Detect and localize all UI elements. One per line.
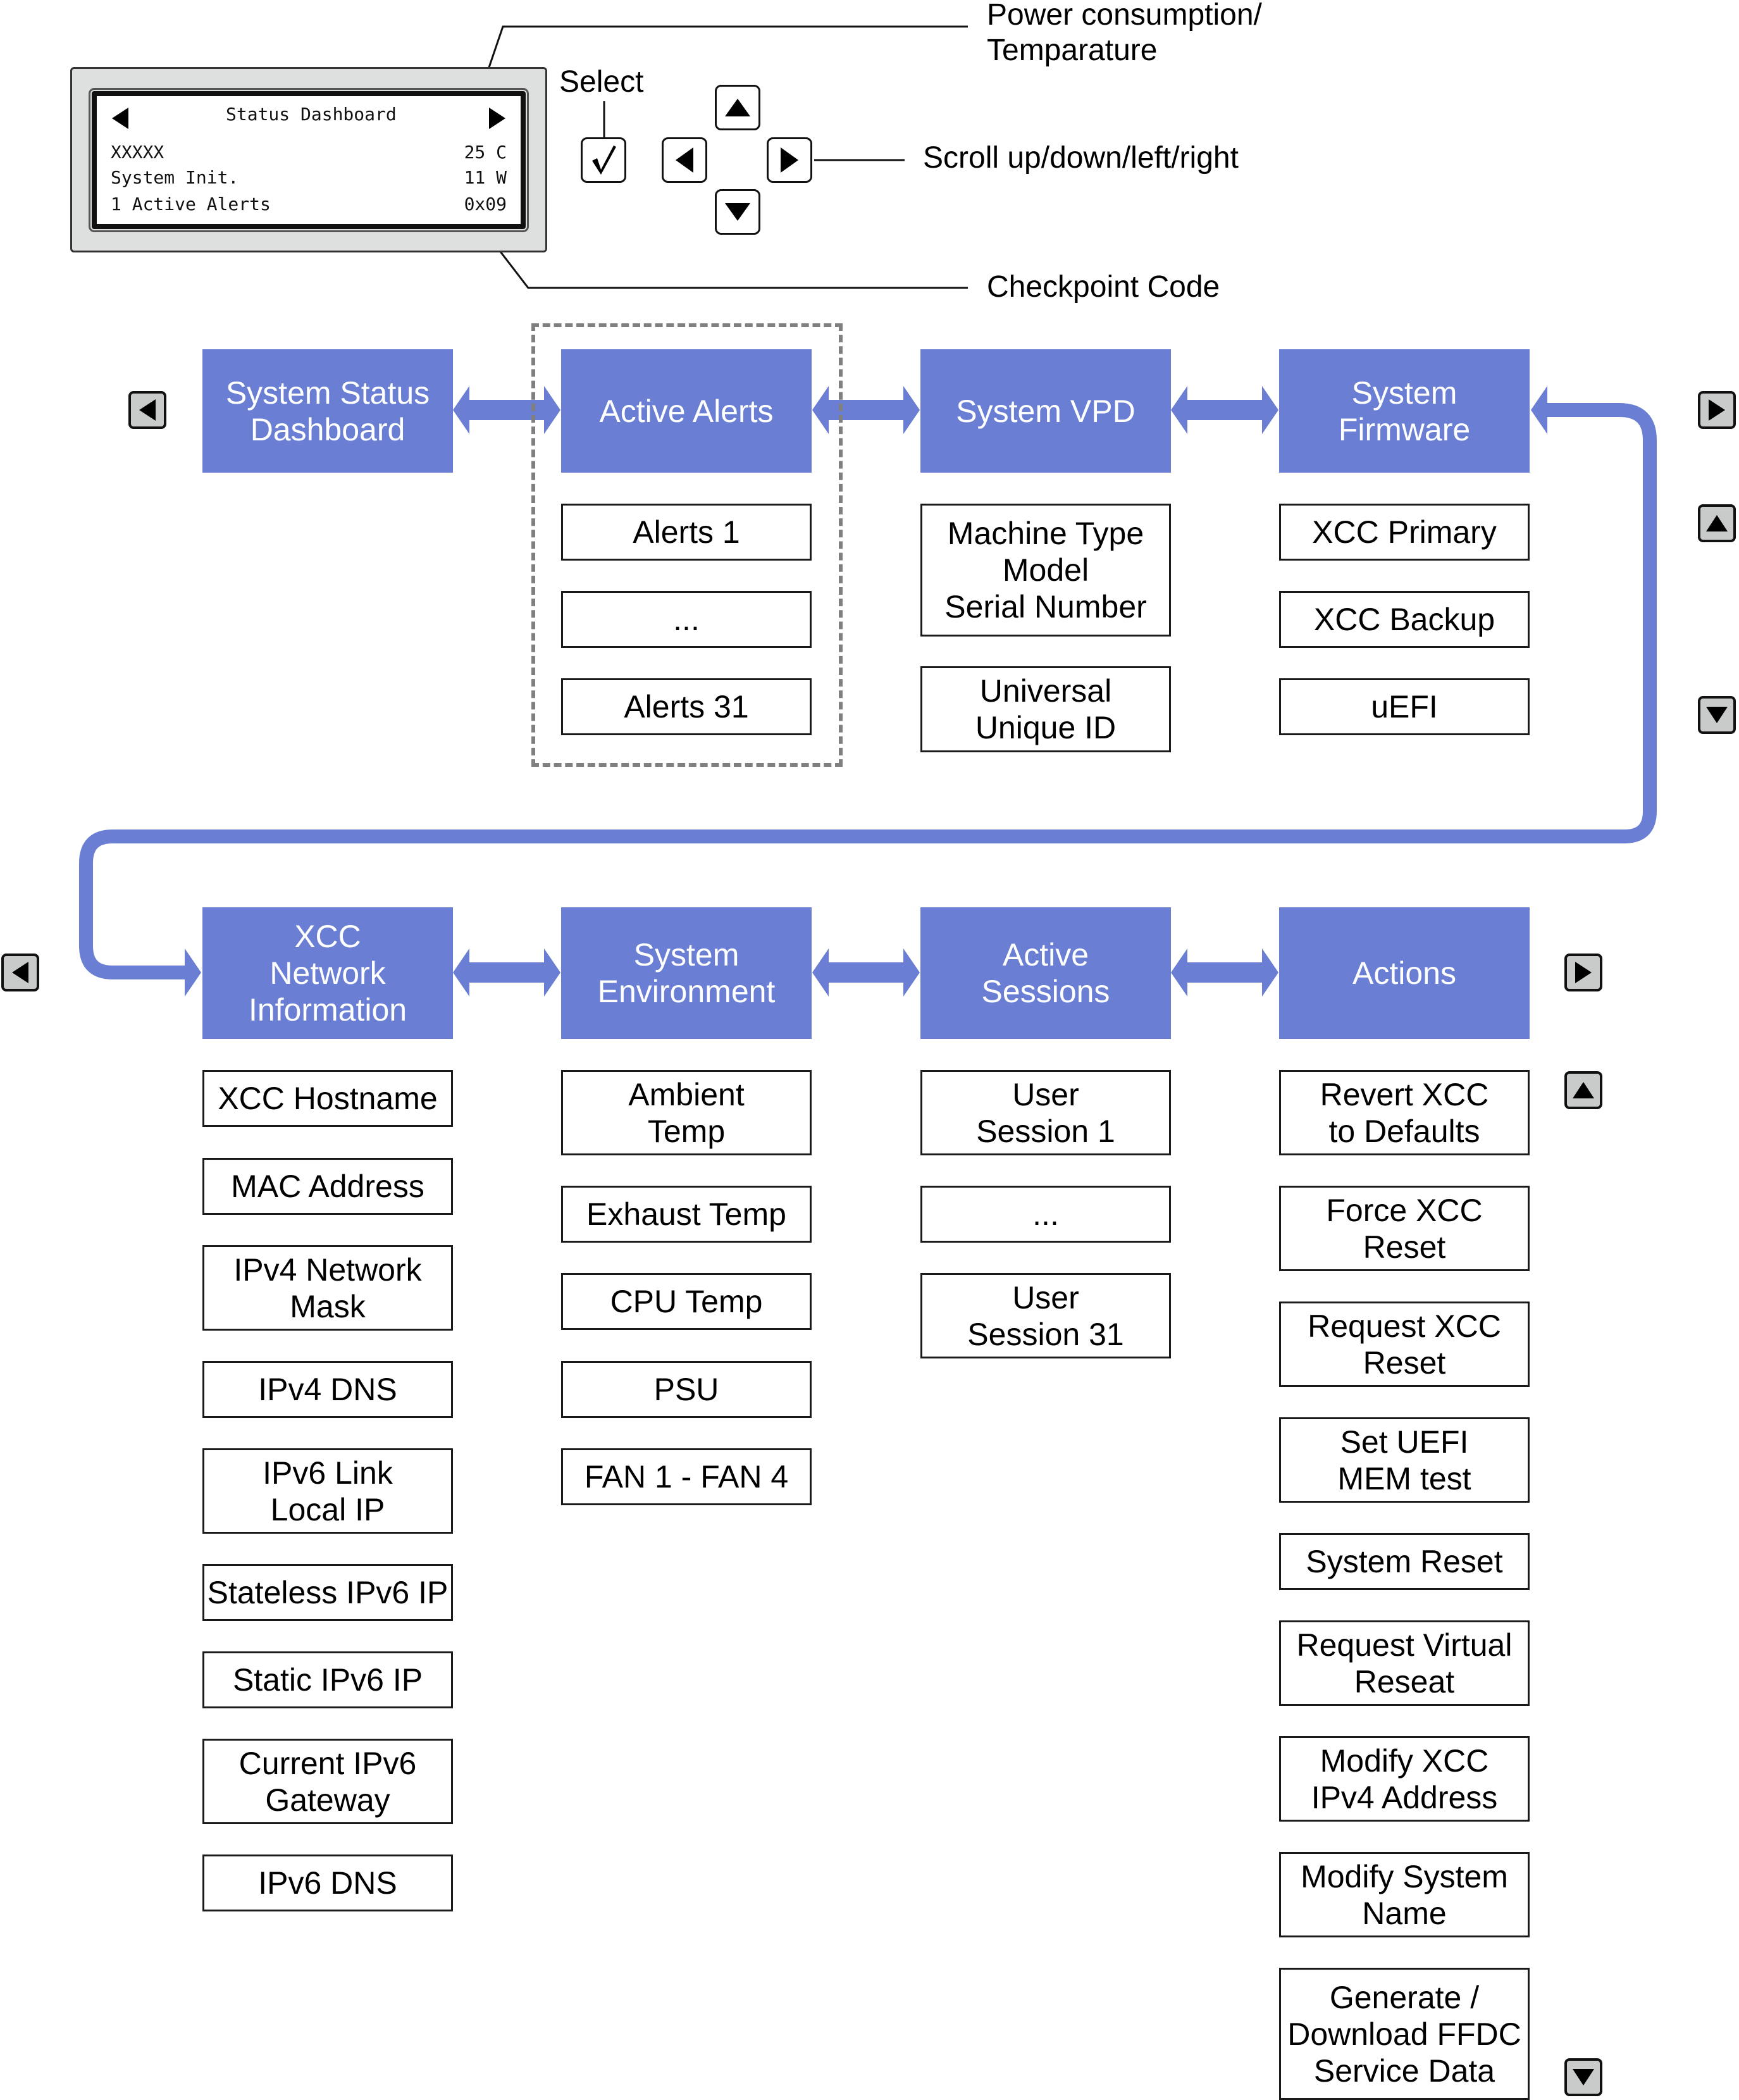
menu-item-xcc-hostname[interactable]: XCC Hostname <box>202 1070 453 1127</box>
menu-item-ipv6-dns[interactable]: IPv6 DNS <box>202 1855 453 1911</box>
lcd-temperature: 25 C <box>464 142 507 163</box>
arrow-left-icon <box>12 962 28 983</box>
double-arrow-icon <box>812 948 920 997</box>
lcd-title: Status Dashboard <box>226 104 397 125</box>
menu-item-user-session-31[interactable]: User Session 31 <box>920 1273 1171 1358</box>
menu-item-alerts-more[interactable]: ... <box>561 591 812 648</box>
menu-item-modify-system-name[interactable]: Modify System Name <box>1279 1852 1530 1937</box>
menu-item-current-ipv6-gateway[interactable]: Current IPv6 Gateway <box>202 1739 453 1824</box>
checkmark-icon <box>592 146 616 175</box>
lcd-left-arrow-icon <box>112 108 128 129</box>
menu-xcc-network-information[interactable]: XCC Network Information <box>202 907 453 1039</box>
double-arrow-icon <box>1171 386 1278 434</box>
menu-item-fan[interactable]: FAN 1 - FAN 4 <box>561 1448 812 1505</box>
wrap-arrowhead-top <box>1531 386 1547 434</box>
menu-item-xcc-primary[interactable]: XCC Primary <box>1279 504 1530 561</box>
menu-item-exhaust-temp[interactable]: Exhaust Temp <box>561 1186 812 1243</box>
lcd-power: 11 W <box>464 167 507 188</box>
arrow-down-icon <box>725 203 750 221</box>
arrow-up-icon <box>1706 515 1728 531</box>
arrow-left-icon <box>676 147 693 173</box>
menu-item-uuid[interactable]: Universal Unique ID <box>920 666 1171 752</box>
arrow-right-icon <box>1709 399 1725 421</box>
nav-right-button[interactable] <box>1564 954 1602 991</box>
menu-item-request-virtual-reseat[interactable]: Request Virtual Reseat <box>1279 1620 1530 1706</box>
nav-left-button[interactable] <box>128 391 166 429</box>
menu-item-ambient-temp[interactable]: Ambient Temp <box>561 1070 812 1155</box>
menu-item-xcc-backup[interactable]: XCC Backup <box>1279 591 1530 648</box>
nav-down-button[interactable] <box>1564 2058 1602 2096</box>
menu-item-uefi[interactable]: uEFI <box>1279 678 1530 735</box>
scroll-down-button[interactable] <box>715 189 760 235</box>
lcd-screen: Status Dashboard XXXXX 25 C System Init.… <box>89 88 529 232</box>
callout-line-checkpoint <box>481 227 968 289</box>
menu-item-alerts-31[interactable]: Alerts 31 <box>561 678 812 735</box>
lcd-row-left: 1 Active Alerts <box>111 194 271 214</box>
menu-item-ipv4-network-mask[interactable]: IPv4 Network Mask <box>202 1245 453 1331</box>
arrow-right-icon <box>1575 962 1592 983</box>
menu-system-environment[interactable]: System Environment <box>561 907 812 1039</box>
menu-item-psu[interactable]: PSU <box>561 1361 812 1418</box>
nav-down-button[interactable] <box>1698 696 1736 734</box>
scroll-up-button[interactable] <box>715 85 760 130</box>
lcd-checkpoint-code: 0x09 <box>464 194 507 214</box>
nav-up-button[interactable] <box>1564 1071 1602 1109</box>
arrow-up-icon <box>725 99 750 116</box>
nav-up-button[interactable] <box>1698 504 1736 542</box>
menu-item-static-ipv6-ip[interactable]: Static IPv6 IP <box>202 1651 453 1708</box>
arrow-down-icon <box>1573 2069 1594 2085</box>
scroll-right-button[interactable] <box>767 137 812 183</box>
nav-left-button[interactable] <box>1 954 39 991</box>
menu-actions[interactable]: Actions <box>1279 907 1530 1039</box>
lcd-row-left: System Init. <box>111 167 239 188</box>
lcd-right-arrow-icon <box>489 108 505 129</box>
double-arrow-icon <box>453 948 560 997</box>
menu-item-force-xcc-reset[interactable]: Force XCC Reset <box>1279 1186 1530 1271</box>
menu-item-alerts-1[interactable]: Alerts 1 <box>561 504 812 561</box>
menu-item-request-xcc-reset[interactable]: Request XCC Reset <box>1279 1302 1530 1387</box>
power-temp-callout: Power consumption/ Temparature <box>987 0 1262 67</box>
menu-item-mac-address[interactable]: MAC Address <box>202 1158 453 1215</box>
menu-item-modify-xcc-ipv4[interactable]: Modify XCC IPv4 Address <box>1279 1736 1530 1822</box>
menu-system-status-dashboard[interactable]: System Status Dashboard <box>202 349 453 473</box>
arrow-down-icon <box>1706 707 1728 723</box>
menu-item-user-session-more[interactable]: ... <box>920 1186 1171 1243</box>
lcd-row-left: XXXXX <box>111 142 164 163</box>
scroll-left-button[interactable] <box>662 137 707 183</box>
checkpoint-callout: Checkpoint Code <box>987 270 1220 304</box>
wrap-arrowhead-bottom <box>185 948 201 997</box>
double-arrow-icon <box>1171 948 1278 997</box>
arrow-up-icon <box>1573 1082 1594 1098</box>
arrow-left-icon <box>139 399 156 421</box>
select-label: Select <box>559 65 644 99</box>
menu-active-sessions[interactable]: Active Sessions <box>920 907 1171 1039</box>
menu-system-vpd[interactable]: System VPD <box>920 349 1171 473</box>
menu-item-system-reset[interactable]: System Reset <box>1279 1533 1530 1590</box>
menu-item-set-uefi-mem-test[interactable]: Set UEFI MEM test <box>1279 1417 1530 1503</box>
nav-right-button[interactable] <box>1698 391 1736 429</box>
menu-system-firmware[interactable]: System Firmware <box>1279 349 1530 473</box>
menu-item-machine-type[interactable]: Machine Type Model Serial Number <box>920 504 1171 637</box>
menu-item-ipv6-link-local-ip[interactable]: IPv6 Link Local IP <box>202 1448 453 1534</box>
menu-active-alerts[interactable]: Active Alerts <box>561 349 812 473</box>
menu-item-revert-xcc-defaults[interactable]: Revert XCC to Defaults <box>1279 1070 1530 1155</box>
menu-item-cpu-temp[interactable]: CPU Temp <box>561 1273 812 1330</box>
arrow-right-icon <box>781 147 798 173</box>
scroll-callout: Scroll up/down/left/right <box>923 141 1239 175</box>
menu-item-generate-ffdc[interactable]: Generate / Download FFDC Service Data <box>1279 1968 1530 2100</box>
select-button[interactable] <box>581 137 626 183</box>
menu-item-stateless-ipv6-ip[interactable]: Stateless IPv6 IP <box>202 1564 453 1621</box>
menu-item-ipv4-dns[interactable]: IPv4 DNS <box>202 1361 453 1418</box>
menu-item-user-session-1[interactable]: User Session 1 <box>920 1070 1171 1155</box>
